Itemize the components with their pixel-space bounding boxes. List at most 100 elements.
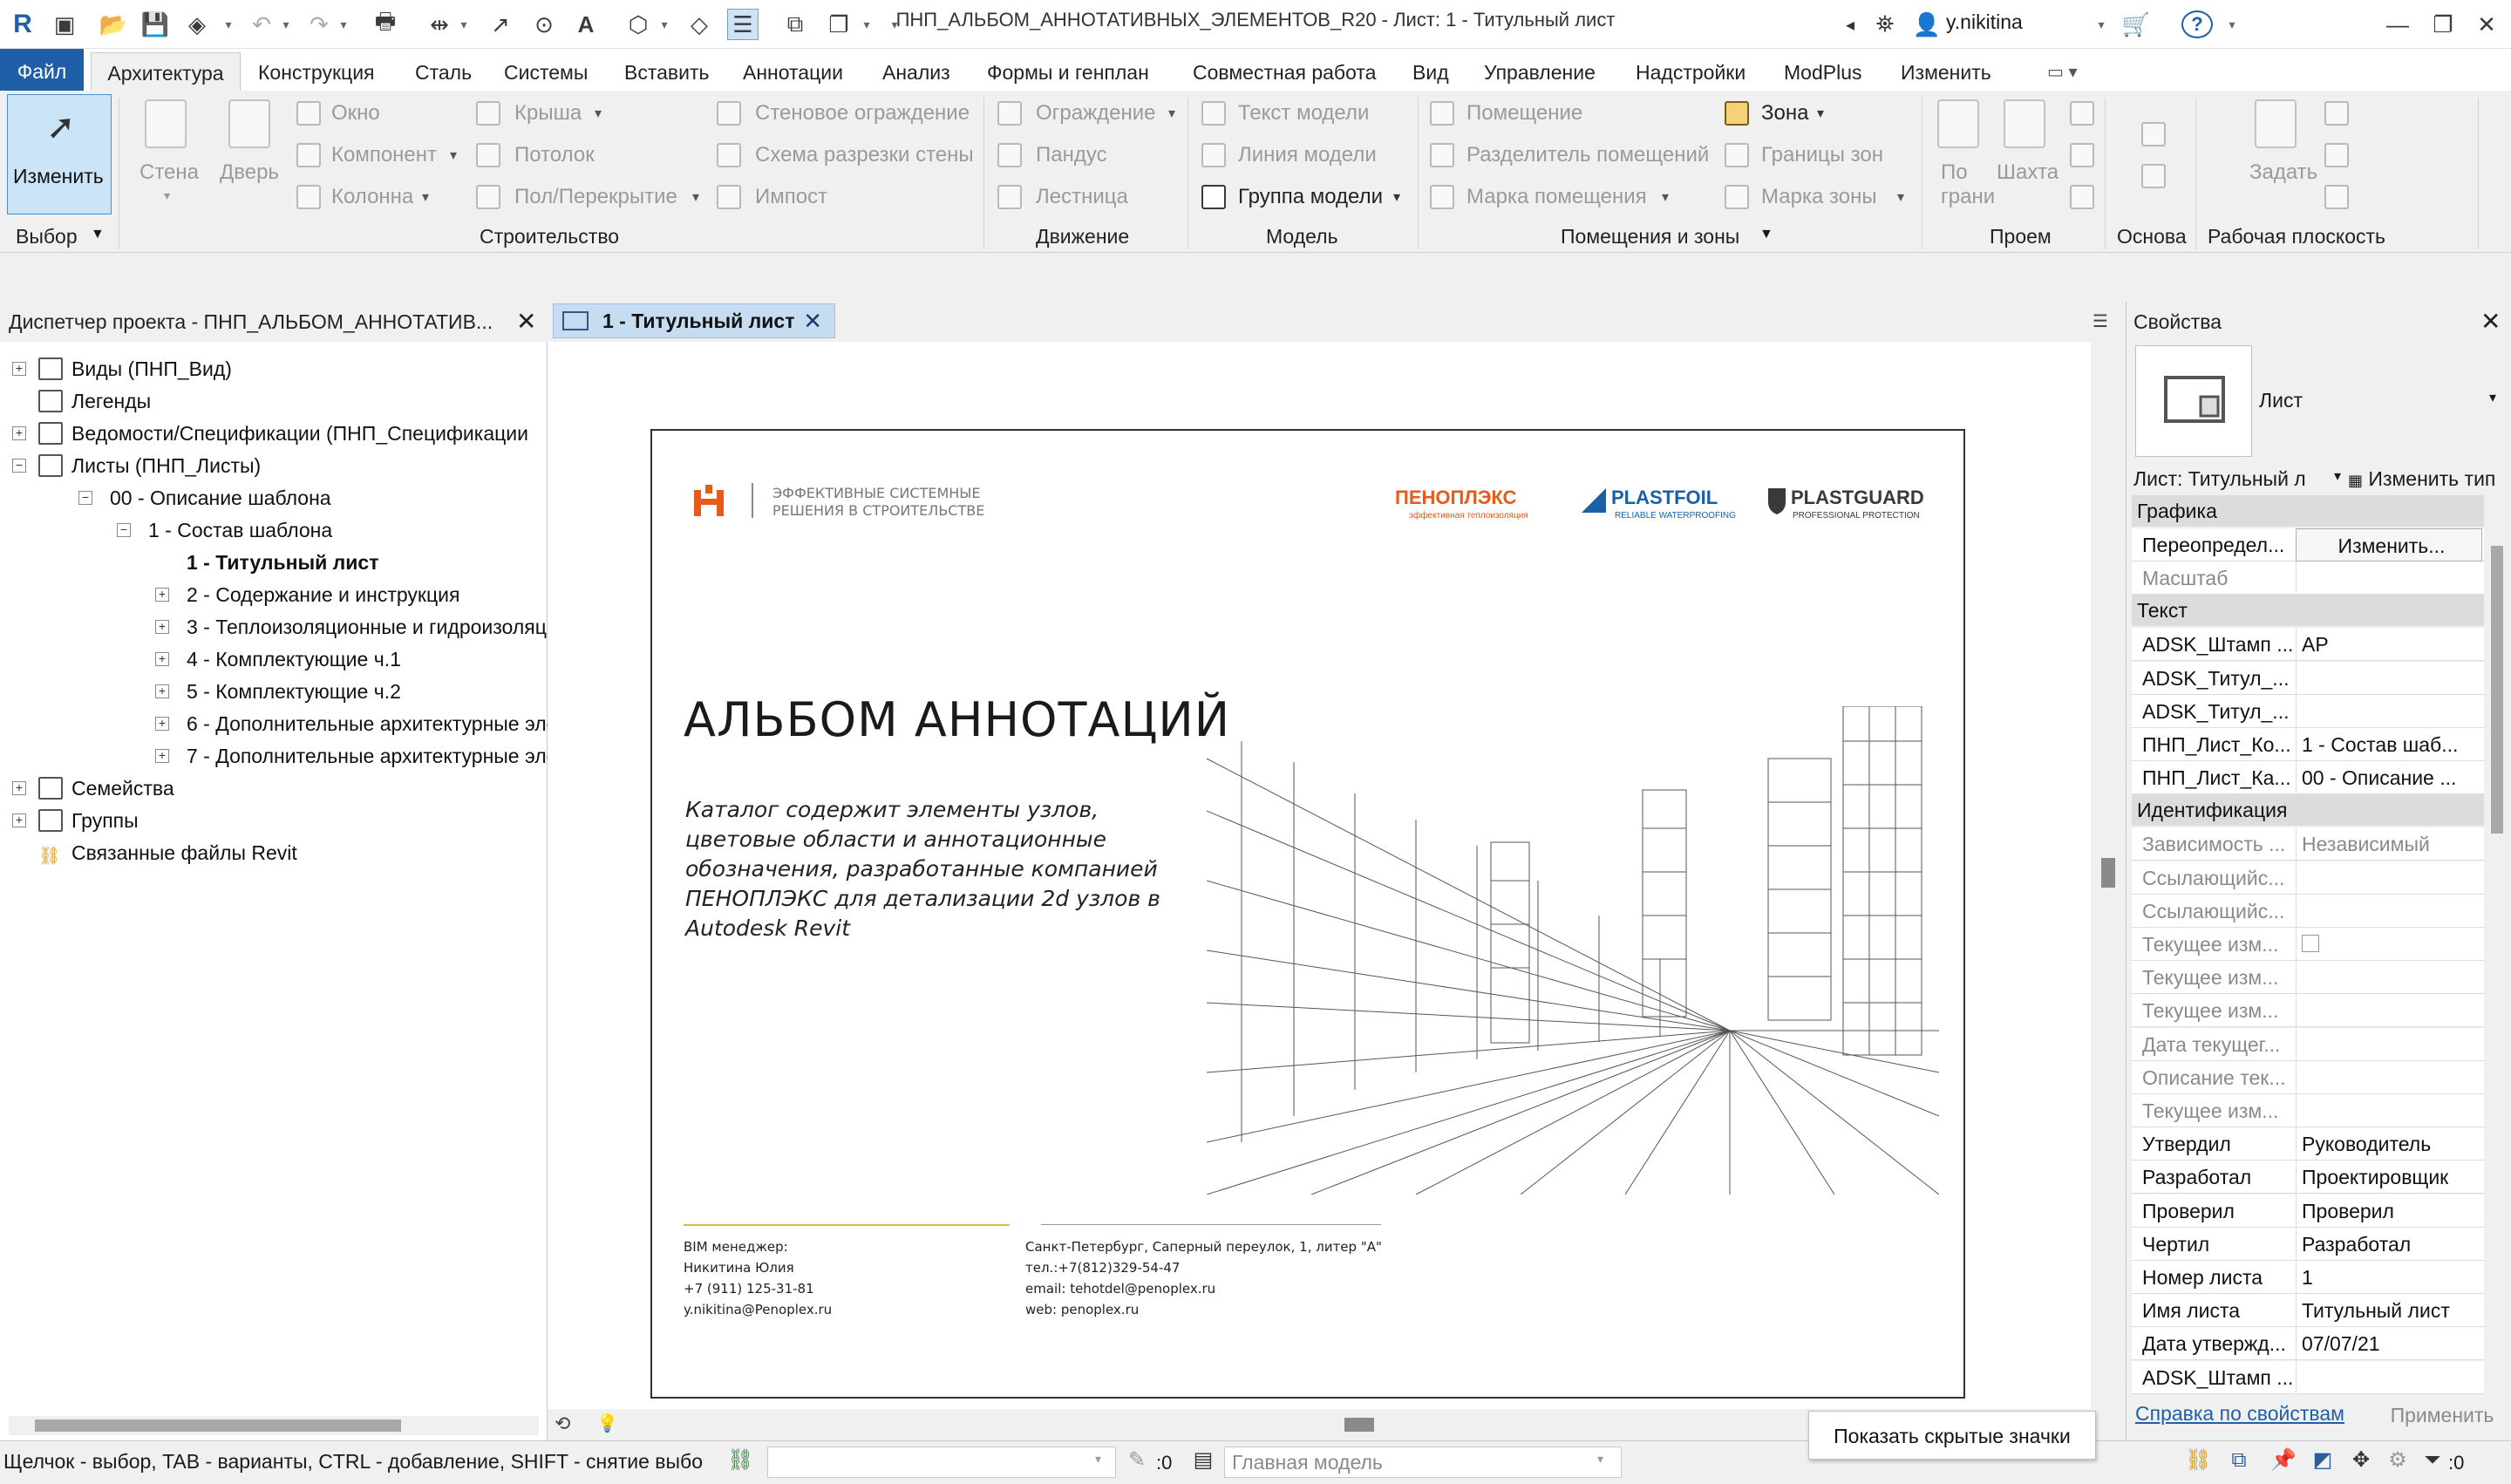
browser-item[interactable]: ⛓ Связанные файлы Revit — [0, 838, 541, 868]
property-row[interactable]: Ссылающийс... — [2132, 861, 2484, 895]
panel-select-label[interactable]: Выбор — [16, 225, 78, 248]
save-icon[interactable]: 💾 — [140, 9, 171, 40]
area-boundary-icon[interactable] — [1725, 143, 1749, 167]
tab-list-icon[interactable]: ☰ — [2092, 310, 2108, 332]
user-name[interactable]: y.nikitina — [1946, 10, 2023, 34]
railing-icon[interactable] — [997, 101, 1022, 126]
apply-button[interactable]: Применить — [2381, 1399, 2503, 1432]
property-row[interactable]: Имя листа Титульный лист — [2132, 1294, 2484, 1328]
aligned-dimension-icon[interactable]: ↗ — [485, 9, 516, 40]
property-row[interactable]: Номер листа 1 — [2132, 1261, 2484, 1294]
property-row[interactable]: ADSK_Штамп ... — [2132, 1360, 2484, 1394]
property-value[interactable]: Руководитель — [2296, 1127, 2482, 1161]
property-group-header[interactable]: Графика — [2132, 495, 2484, 527]
property-value[interactable] — [2296, 928, 2482, 961]
model-group-dropdown-icon[interactable]: ▾ — [1393, 188, 1400, 206]
property-row[interactable]: ПНП_Лист_Ко... 1 - Состав шаб... — [2132, 728, 2484, 761]
browser-item[interactable]: +2 - Содержание и инструкция — [0, 580, 541, 609]
curtain-grid-label[interactable]: Схема разрезки стены — [755, 143, 974, 167]
railing-dropdown-icon[interactable]: ▾ — [1168, 105, 1175, 122]
property-row[interactable]: Текущее изм... — [2132, 928, 2484, 961]
set-work-plane-icon[interactable] — [2255, 99, 2297, 148]
instance-filter-dropdown-icon[interactable]: ▾ — [2334, 467, 2341, 485]
area-tag-label[interactable]: Марка зоны — [1761, 185, 1877, 209]
property-row[interactable]: Переопредел... Изменить... — [2132, 528, 2484, 562]
property-row[interactable]: ADSK_Штамп ... АР — [2132, 628, 2484, 662]
model-line-icon[interactable] — [1201, 143, 1226, 167]
view-canvas[interactable]: ЭФФЕКТИВНЫЕ СИСТЕМНЫЕ РЕШЕНИЯ В СТРОИТЕЛ… — [548, 342, 2091, 1409]
floor-label[interactable]: Пол/Перекрытие — [514, 185, 677, 209]
user-icon[interactable]: 👤 — [1911, 9, 1943, 40]
property-row[interactable]: Масштаб — [2132, 562, 2484, 596]
vertical-opening-icon[interactable] — [2070, 143, 2094, 167]
room-tag-label[interactable]: Марка помещения — [1466, 185, 1647, 209]
ref-plane-icon[interactable] — [2324, 143, 2349, 167]
browser-item[interactable]: +7 - Дополнительные архитектурные элем — [0, 741, 571, 771]
panel-room-area-label[interactable]: Помещения и зоны — [1561, 225, 1739, 248]
drag-elements-icon[interactable]: ✥ — [2349, 1448, 2373, 1473]
title-sheet[interactable]: ЭФФЕКТИВНЫЕ СИСТЕМНЫЕ РЕШЕНИЯ В СТРОИТЕЛ… — [650, 429, 1965, 1399]
close-window-icon[interactable]: ✕ — [2471, 9, 2502, 40]
property-row[interactable]: Утвердил Руководитель — [2132, 1127, 2484, 1161]
ribbon-minimize-icon[interactable]: ▭ ▾ — [2047, 49, 2078, 91]
component-label[interactable]: Компонент — [331, 143, 437, 167]
app-menu-icon[interactable]: ▣ — [49, 9, 80, 40]
property-row[interactable]: Текущее изм... — [2132, 961, 2484, 995]
model-text-label[interactable]: Текст модели — [1238, 101, 1369, 126]
room-tag-icon[interactable] — [1430, 185, 1454, 209]
properties-scrollbar[interactable] — [2486, 495, 2507, 1386]
wall-label[interactable]: Стена — [140, 160, 199, 185]
wall-icon[interactable] — [145, 99, 187, 148]
property-value[interactable] — [2296, 562, 2482, 596]
select-dropdown-icon[interactable]: ▼ — [91, 227, 105, 242]
close-browser-icon[interactable]: ✕ — [516, 302, 536, 342]
expand-icon[interactable]: + — [155, 749, 169, 763]
tab-analyze[interactable]: Анализ — [882, 49, 950, 91]
property-value[interactable]: 00 - Описание ... — [2296, 761, 2482, 795]
edit-type-button[interactable]: ▦ Изменить тип — [2348, 464, 2495, 495]
area-dropdown-icon[interactable]: ▾ — [1817, 105, 1824, 122]
view-horizontal-scroll-thumb[interactable] — [1344, 1418, 1374, 1432]
room-tag-dropdown-icon[interactable]: ▾ — [1662, 188, 1669, 206]
filter-icon[interactable]: ⏷ — [2420, 1448, 2445, 1473]
tab-architecture[interactable]: Архитектура — [91, 52, 241, 91]
design-options-icon[interactable]: ▤ — [1191, 1448, 1215, 1473]
expand-icon[interactable]: + — [12, 813, 26, 827]
section-icon[interactable]: ◇ — [684, 9, 715, 40]
collapse-icon[interactable]: − — [12, 459, 26, 473]
property-value[interactable] — [2296, 994, 2482, 1028]
minimize-icon[interactable]: — — [2382, 9, 2413, 40]
ceiling-icon[interactable] — [476, 143, 500, 167]
property-row[interactable]: Проверил Проверил — [2132, 1194, 2484, 1228]
property-value[interactable]: Разработал — [2296, 1227, 2482, 1261]
browser-item[interactable]: − Листы (ПНП_Листы) — [0, 451, 541, 480]
redo-dropdown-icon[interactable]: ▾ — [335, 9, 352, 40]
customize-toolbar-icon[interactable]: ▾ — [886, 9, 903, 40]
help-icon[interactable]: ? — [2181, 10, 2213, 38]
tab-annotate[interactable]: Аннотации — [743, 49, 843, 91]
window-label[interactable]: Окно — [331, 101, 380, 126]
property-value[interactable]: АР — [2296, 628, 2482, 662]
design-option-dropdown-icon[interactable]: ▾ — [1597, 1452, 1603, 1467]
area-tag-icon[interactable] — [1725, 185, 1749, 209]
door-label[interactable]: Дверь — [220, 160, 279, 185]
browser-item[interactable]: + Семейства — [0, 773, 541, 803]
expand-icon[interactable]: + — [155, 588, 169, 602]
view-vertical-scroll-thumb[interactable] — [2101, 858, 2115, 888]
property-value[interactable] — [2296, 861, 2482, 895]
3d-view-icon[interactable]: ⬡ — [623, 9, 654, 40]
browser-item[interactable]: 1 - Титульный лист — [0, 548, 541, 577]
select-links-icon[interactable]: ⛓ — [2185, 1448, 2211, 1473]
column-label[interactable]: Колонна — [331, 185, 413, 209]
tab-structure[interactable]: Конструкция — [258, 49, 375, 91]
undo-icon[interactable]: ↶ — [246, 9, 277, 40]
browser-item[interactable]: +4 - Комплектующие ч.1 — [0, 644, 541, 674]
dormer-opening-icon[interactable] — [2070, 185, 2094, 209]
property-value[interactable] — [2296, 1360, 2482, 1394]
tab-insert[interactable]: Вставить — [624, 49, 710, 91]
modify-button[interactable]: ➚ Изменить — [7, 94, 112, 214]
expand-icon[interactable]: + — [155, 620, 169, 634]
shaft-label[interactable]: Шахта — [1997, 160, 2058, 185]
shaft-icon[interactable] — [2004, 99, 2045, 148]
property-value[interactable]: Проверил — [2296, 1194, 2482, 1228]
